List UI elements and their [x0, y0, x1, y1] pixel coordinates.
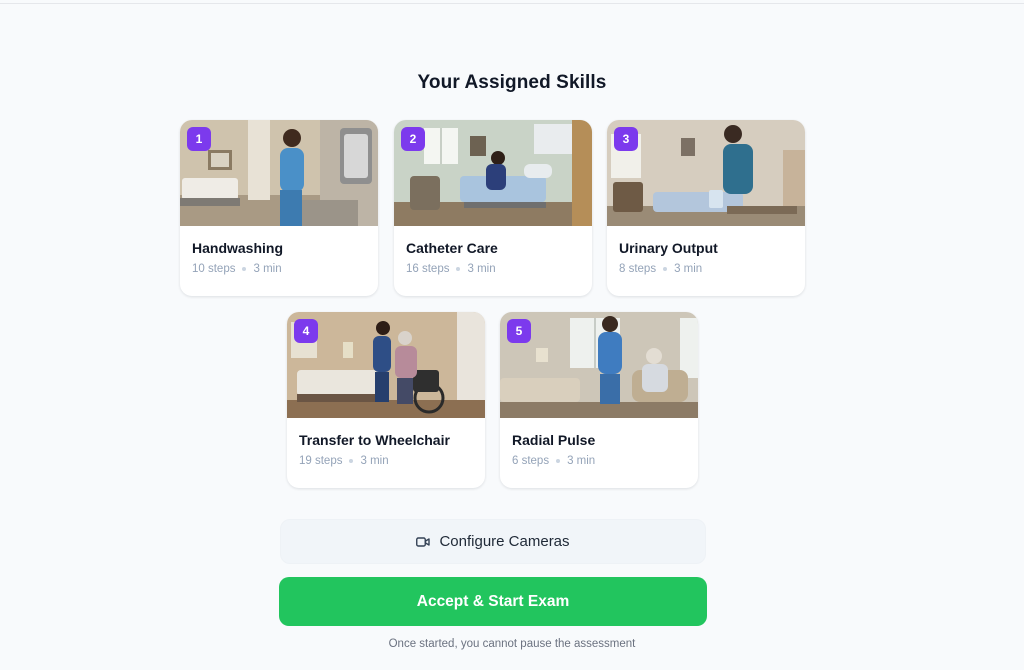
skills-page: Your Assigned Skills 1 Handwashing 10 st… — [0, 0, 1024, 670]
separator-dot — [349, 459, 354, 463]
skill-meta: 10 steps 3 min — [192, 263, 282, 275]
skill-name: Catheter Care — [406, 240, 498, 256]
page-title: Your Assigned Skills — [417, 72, 607, 93]
skill-name: Transfer to Wheelchair — [299, 432, 450, 448]
skill-duration: 3 min — [360, 455, 389, 467]
skill-meta: 8 steps 3 min — [619, 263, 702, 275]
top-divider — [0, 3, 1024, 4]
skill-meta: 19 steps 3 min — [299, 455, 389, 467]
skill-number-badge: 3 — [614, 127, 638, 151]
skill-name: Handwashing — [192, 240, 284, 256]
skill-image-catheter-care: 2 — [394, 120, 592, 226]
skill-steps: 8 steps — [619, 263, 657, 275]
pause-warning-note: Once started, you cannot pause the asses… — [388, 638, 636, 650]
skill-name: Radial Pulse — [512, 432, 596, 448]
configure-cameras-button[interactable]: Configure Cameras — [280, 519, 706, 564]
separator-dot — [556, 459, 561, 463]
skill-meta: 16 steps 3 min — [406, 263, 496, 275]
accept-start-exam-button[interactable]: Accept & Start Exam — [279, 577, 707, 626]
skill-name: Urinary Output — [619, 240, 718, 256]
skill-card-urinary-output[interactable]: 3 Urinary Output 8 steps 3 min — [607, 120, 805, 296]
skill-card-transfer-to-wheelchair[interactable]: 4 Transfer to Wheelchair 19 steps 3 min — [287, 312, 485, 488]
skill-number-badge: 2 — [401, 127, 425, 151]
skill-meta: 6 steps 3 min — [512, 455, 595, 467]
skill-image-handwashing: 1 — [180, 120, 378, 226]
skill-number-badge: 5 — [507, 319, 531, 343]
skill-duration: 3 min — [467, 263, 496, 275]
skill-steps: 19 steps — [299, 455, 343, 467]
skill-duration: 3 min — [567, 455, 596, 467]
skill-duration: 3 min — [253, 263, 282, 275]
skill-steps: 10 steps — [192, 263, 236, 275]
skill-number-badge: 4 — [294, 319, 318, 343]
separator-dot — [242, 267, 247, 271]
skill-card-radial-pulse[interactable]: 5 Radial Pulse 6 steps 3 min — [500, 312, 698, 488]
skill-image-radial-pulse: 5 — [500, 312, 698, 418]
separator-dot — [456, 267, 461, 271]
skill-number-badge: 1 — [187, 127, 211, 151]
video-camera-icon — [416, 536, 431, 548]
skill-card-handwashing[interactable]: 1 Handwashing 10 steps 3 min — [180, 120, 378, 296]
skill-steps: 16 steps — [406, 263, 450, 275]
skill-steps: 6 steps — [512, 455, 550, 467]
skill-duration: 3 min — [674, 263, 703, 275]
separator-dot — [663, 267, 668, 271]
skill-image-urinary-output: 3 — [607, 120, 805, 226]
skill-image-transfer-to-wheelchair: 4 — [287, 312, 485, 418]
skill-card-catheter-care[interactable]: 2 Catheter Care 16 steps 3 min — [394, 120, 592, 296]
configure-cameras-label: Configure Cameras — [439, 533, 570, 550]
